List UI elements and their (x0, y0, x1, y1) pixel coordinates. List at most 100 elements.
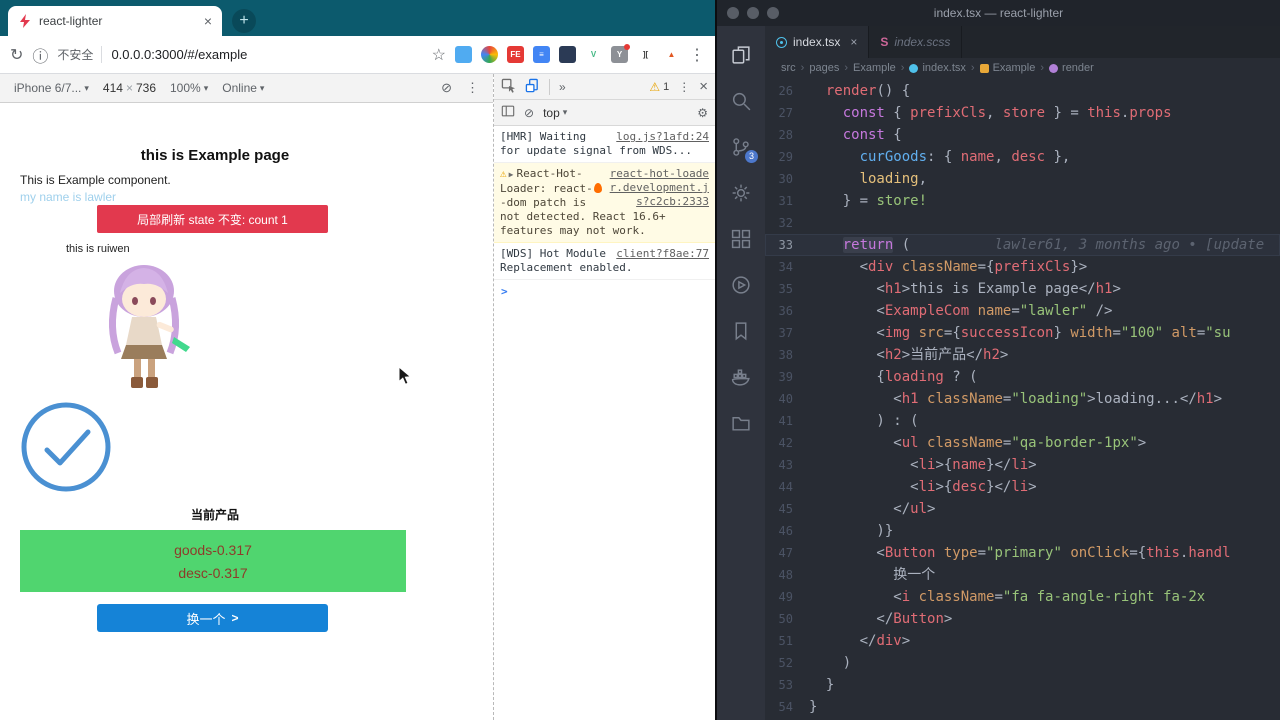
activity-folder-icon[interactable] (717, 400, 765, 446)
console-sidebar-icon[interactable] (501, 104, 515, 121)
devtools-menu-icon[interactable]: ⋮ (678, 80, 690, 94)
console-source-link[interactable]: log.js?1afd:24 (616, 130, 709, 144)
security-label[interactable]: 不安全 (57, 46, 103, 63)
activity-source-control-icon[interactable]: 3 (717, 124, 765, 170)
code-line-31[interactable]: 31 } = store! (765, 190, 1280, 212)
success-check-icon (20, 401, 112, 493)
expand-triangle-icon[interactable]: ▶ (509, 170, 514, 179)
device-toolbar-toggle-icon[interactable] (525, 78, 540, 96)
code-line-54[interactable]: 54} (765, 696, 1280, 718)
rainbow-extension-icon[interactable] (481, 46, 498, 63)
inspect-icon[interactable] (501, 78, 516, 96)
close-window-icon[interactable] (727, 7, 739, 19)
breadcrumb-item-pages[interactable]: pages (809, 62, 839, 74)
gray-extension-icon[interactable]: Y (611, 44, 630, 63)
line-content: render() { (825, 83, 911, 99)
viewport-height[interactable]: 736 (136, 81, 156, 95)
activity-debug-icon[interactable] (717, 262, 765, 308)
line-content: 换一个 (809, 567, 936, 583)
code-line-39[interactable]: 39 {loading ? ( (765, 366, 1280, 388)
breadcrumb-item-render[interactable]: render (1049, 62, 1094, 74)
editor-tab-index.scss[interactable]: Sindex.scss (869, 26, 963, 58)
console-settings-icon[interactable]: ⚙ (697, 106, 708, 120)
context-select[interactable]: top ▾ (543, 106, 567, 120)
console-prompt-row[interactable]: > (494, 280, 715, 304)
code-line-32[interactable]: 32 (765, 212, 1280, 234)
viewport-width[interactable]: 414 (103, 81, 123, 95)
fe-extension-icon[interactable]: FE (507, 46, 524, 63)
code-line-37[interactable]: 37 <img src={successIcon} width="100" al… (765, 322, 1280, 344)
code-line-46[interactable]: 46 )} (765, 520, 1280, 542)
devtools-toolbar: » ⚠ 1 ⋮ × (494, 74, 715, 100)
breadcrumb-item-src[interactable]: src (781, 62, 796, 74)
activity-bookmarks-icon[interactable] (717, 308, 765, 354)
browser-tab[interactable]: react-lighter × (8, 6, 222, 36)
devicebar-menu-icon[interactable]: ⋮ (466, 80, 479, 96)
code-line-28[interactable]: 28 const { (765, 124, 1280, 146)
code-line-26[interactable]: 26 render() { (765, 80, 1280, 102)
breadcrumb-item-index.tsx[interactable]: index.tsx (909, 62, 966, 74)
more-panels-icon[interactable]: » (559, 80, 566, 94)
warning-count-badge[interactable]: ⚠ 1 (649, 80, 669, 94)
browser-tab-bar: react-lighter × + (0, 0, 715, 36)
devtools-close-icon[interactable]: × (699, 78, 708, 95)
code-line-38[interactable]: 38 <h2>当前产品</h2> (765, 344, 1280, 366)
console-source-link[interactable]: react-hot-loader.development.js?c2cb:233… (609, 167, 709, 209)
code-line-30[interactable]: 30 loading, (765, 168, 1280, 190)
maximize-window-icon[interactable] (767, 7, 779, 19)
code-line-47[interactable]: 47 <Button type="primary" onClick={this.… (765, 542, 1280, 564)
flame-extension-icon[interactable]: ▲ (663, 46, 680, 63)
blue-extension-icon[interactable]: ≡ (533, 46, 550, 63)
url-text[interactable]: 0.0.0.0:3000/#/example (111, 47, 247, 62)
code-line-53[interactable]: 53 } (765, 674, 1280, 696)
code-line-36[interactable]: 36 <ExampleCom name="lawler" /> (765, 300, 1280, 322)
dark-extension-icon[interactable] (559, 46, 576, 63)
code-line-42[interactable]: 42 <ul className="qa-border-1px"> (765, 432, 1280, 454)
code-line-44[interactable]: 44 <li>{desc}</li> (765, 476, 1280, 498)
code-line-29[interactable]: 29 curGoods: { name, desc }, (765, 146, 1280, 168)
brackets-extension-icon[interactable]: ][ (637, 46, 654, 63)
code-line-40[interactable]: 40 <h1 className="loading">loading...</h… (765, 388, 1280, 410)
activity-search-icon[interactable] (717, 78, 765, 124)
rotate-icon[interactable]: ⊘ (441, 80, 452, 96)
console-source-link[interactable]: client?f8ae:77 (616, 247, 709, 261)
tab-close-icon[interactable]: × (850, 35, 857, 49)
network-throttle-select[interactable]: Online ▾ (222, 81, 264, 95)
code-line-48[interactable]: 48 换一个 (765, 564, 1280, 586)
clear-console-icon[interactable]: ⊘ (524, 106, 534, 120)
code-line-45[interactable]: 45 </ul> (765, 498, 1280, 520)
browser-menu-icon[interactable]: ⋮ (689, 45, 705, 65)
code-line-52[interactable]: 52 ) (765, 652, 1280, 674)
code-line-33[interactable]: 33 return ( lawler61, 3 months ago • [up… (765, 234, 1280, 256)
device-select[interactable]: iPhone 6/7... ▾ (14, 81, 89, 95)
reload-icon[interactable]: ↻ (10, 45, 23, 65)
vue-extension-icon[interactable]: V (585, 46, 602, 63)
breadcrumb-item-Example[interactable]: Example (979, 62, 1035, 74)
twitter-extension-icon[interactable] (455, 46, 472, 63)
activity-extensions-icon[interactable] (717, 216, 765, 262)
code-editor[interactable]: 26 render() {27 const { prefixCls, store… (765, 78, 1280, 720)
next-button[interactable]: 换一个 > (97, 604, 328, 632)
code-line-27[interactable]: 27 const { prefixCls, store } = this.pro… (765, 102, 1280, 124)
zoom-select[interactable]: 100% ▾ (170, 81, 208, 95)
react-file-icon (776, 36, 787, 48)
breadcrumb-item-Example[interactable]: Example (853, 62, 896, 74)
bookmark-star-icon[interactable]: ☆ (432, 45, 446, 65)
code-line-35[interactable]: 35 <h1>this is Example page</h1> (765, 278, 1280, 300)
line-content: } (809, 699, 818, 715)
tab-close-icon[interactable]: × (204, 13, 212, 29)
activity-explorer-icon[interactable] (717, 32, 765, 78)
code-line-43[interactable]: 43 <li>{name}</li> (765, 454, 1280, 476)
activity-docker-icon[interactable] (717, 354, 765, 400)
code-line-50[interactable]: 50 </Button> (765, 608, 1280, 630)
editor-tab-index.tsx[interactable]: index.tsx × (765, 26, 870, 58)
info-icon[interactable]: ⓘ (32, 43, 48, 67)
minimize-window-icon[interactable] (747, 7, 759, 19)
code-line-34[interactable]: 34 <div className={prefixCls}> (765, 256, 1280, 278)
code-line-49[interactable]: 49 <i className="fa fa-angle-right fa-2x (765, 586, 1280, 608)
activity-settings-icon[interactable] (717, 170, 765, 216)
code-line-41[interactable]: 41 ) : ( (765, 410, 1280, 432)
new-tab-button[interactable]: + (232, 9, 256, 33)
code-line-51[interactable]: 51 </div> (765, 630, 1280, 652)
count-button[interactable]: 局部刷新 state 不变: count 1 (97, 205, 328, 233)
